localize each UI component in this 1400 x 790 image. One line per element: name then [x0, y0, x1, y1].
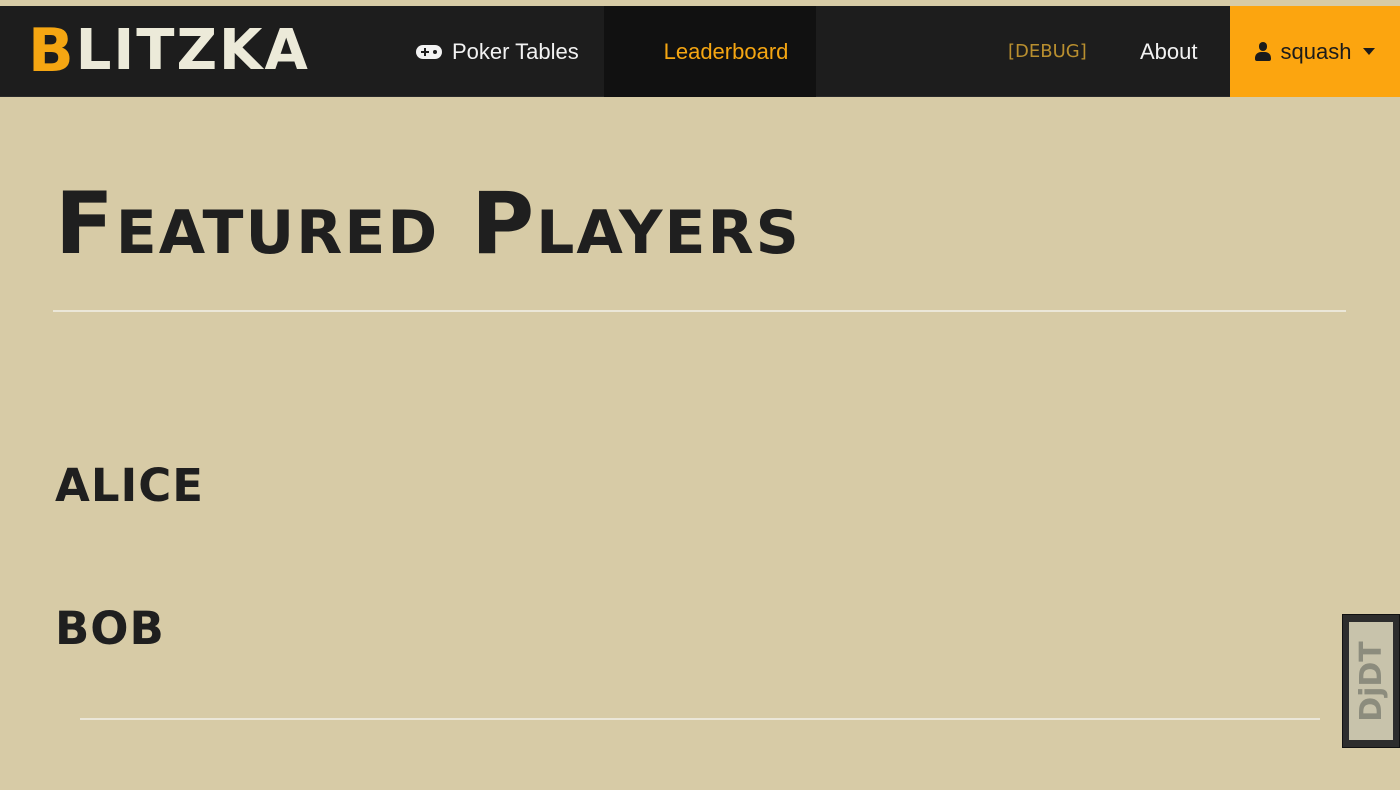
nav-about[interactable]: About	[1140, 6, 1198, 97]
player-link-bob[interactable]: bob	[55, 588, 165, 658]
nav-poker-tables[interactable]: Poker Tables	[416, 6, 579, 97]
footer-divider	[80, 718, 1320, 720]
gamepad-icon	[416, 44, 442, 59]
nav-poker-tables-label: Poker Tables	[452, 38, 579, 64]
brand-initial: B	[28, 16, 76, 86]
brand-name: LITZKA	[75, 18, 310, 83]
djdt-handle-inner: DjDT	[1349, 622, 1393, 740]
user-menu-dropdown[interactable]: squash	[1230, 6, 1400, 97]
brand-logo[interactable]: B LITZKA	[28, 16, 310, 86]
user-menu-label: squash	[1280, 38, 1352, 64]
nav-debug[interactable]: [DEBUG]	[1008, 6, 1087, 97]
django-debug-toolbar-handle[interactable]: DjDT	[1342, 614, 1400, 748]
page-title: Featured Players	[55, 174, 801, 274]
list-ordered-icon	[632, 43, 654, 61]
caret-down-icon	[1363, 48, 1376, 55]
nav-leaderboard[interactable]: Leaderboard	[604, 6, 816, 97]
player-link-alice[interactable]: alice	[55, 445, 204, 515]
nav-leaderboard-label: Leaderboard	[663, 38, 789, 64]
djdt-label: DjDT	[1353, 640, 1389, 722]
user-icon	[1254, 41, 1271, 62]
navbar: B LITZKA Poker Tables Leaderboard [DEBUG]…	[0, 6, 1400, 97]
nav-debug-label: [DEBUG]	[1008, 41, 1087, 62]
title-divider	[53, 310, 1346, 312]
nav-about-label: About	[1140, 38, 1198, 64]
